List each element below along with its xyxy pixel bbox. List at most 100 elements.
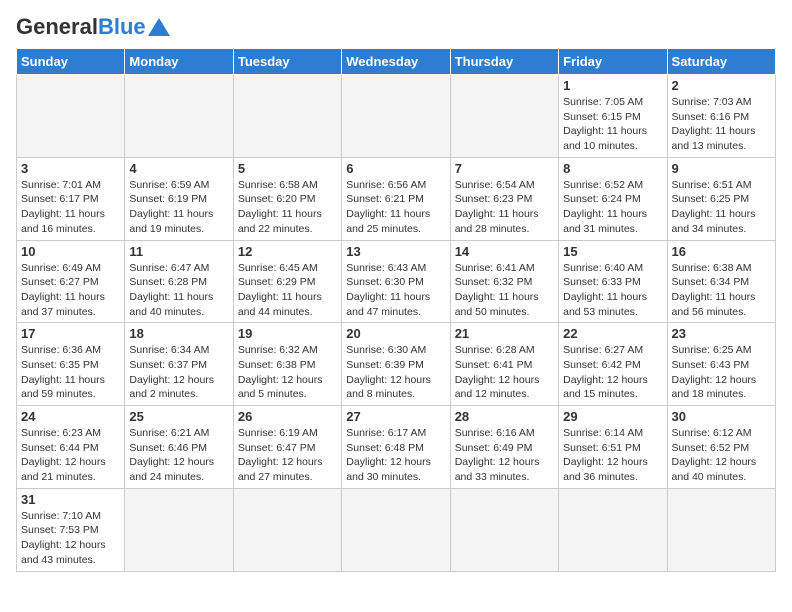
calendar-cell — [125, 75, 233, 158]
week-row-1: 3 Sunrise: 7:01 AM Sunset: 6:17 PM Daylig… — [17, 157, 776, 240]
weekday-header-wednesday: Wednesday — [342, 49, 450, 75]
day-number: 28 — [455, 409, 554, 424]
calendar-cell: 19 Sunrise: 6:32 AM Sunset: 6:38 PM Dayli… — [233, 323, 341, 406]
day-number: 21 — [455, 326, 554, 341]
day-number: 5 — [238, 161, 337, 176]
day-info: Sunrise: 6:32 AM Sunset: 6:38 PM Dayligh… — [238, 343, 337, 402]
day-info: Sunrise: 6:38 AM Sunset: 6:34 PM Dayligh… — [672, 261, 771, 320]
calendar-cell: 16 Sunrise: 6:38 AM Sunset: 6:34 PM Dayli… — [667, 240, 775, 323]
weekday-header-friday: Friday — [559, 49, 667, 75]
calendar-cell: 30Sunrise: 6:12 AM Sunset: 6:52 PM Dayli… — [667, 406, 775, 489]
day-info: Sunrise: 6:51 AM Sunset: 6:25 PM Dayligh… — [672, 178, 771, 237]
calendar-cell — [450, 75, 558, 158]
day-number: 15 — [563, 244, 662, 259]
day-number: 4 — [129, 161, 228, 176]
day-number: 10 — [21, 244, 120, 259]
day-number: 25 — [129, 409, 228, 424]
day-number: 23 — [672, 326, 771, 341]
day-number: 16 — [672, 244, 771, 259]
day-info: Sunrise: 6:19 AM Sunset: 6:47 PM Dayligh… — [238, 426, 337, 485]
day-number: 6 — [346, 161, 445, 176]
week-row-0: 1Sunrise: 7:05 AM Sunset: 6:15 PM Daylig… — [17, 75, 776, 158]
calendar-cell — [559, 488, 667, 571]
calendar-cell — [17, 75, 125, 158]
calendar-cell — [342, 488, 450, 571]
day-number: 2 — [672, 78, 771, 93]
calendar-cell: 27Sunrise: 6:17 AM Sunset: 6:48 PM Dayli… — [342, 406, 450, 489]
day-info: Sunrise: 6:54 AM Sunset: 6:23 PM Dayligh… — [455, 178, 554, 237]
day-number: 9 — [672, 161, 771, 176]
calendar-cell: 22Sunrise: 6:27 AM Sunset: 6:42 PM Dayli… — [559, 323, 667, 406]
calendar-cell: 10Sunrise: 6:49 AM Sunset: 6:27 PM Dayli… — [17, 240, 125, 323]
calendar-cell — [342, 75, 450, 158]
calendar-cell: 8Sunrise: 6:52 AM Sunset: 6:24 PM Daylig… — [559, 157, 667, 240]
logo-icon — [148, 16, 170, 38]
day-number: 18 — [129, 326, 228, 341]
calendar-cell: 2Sunrise: 7:03 AM Sunset: 6:16 PM Daylig… — [667, 75, 775, 158]
day-number: 19 — [238, 326, 337, 341]
day-info: Sunrise: 6:17 AM Sunset: 6:48 PM Dayligh… — [346, 426, 445, 485]
day-number: 12 — [238, 244, 337, 259]
calendar-cell: 1Sunrise: 7:05 AM Sunset: 6:15 PM Daylig… — [559, 75, 667, 158]
weekday-header-thursday: Thursday — [450, 49, 558, 75]
calendar-cell: 7 Sunrise: 6:54 AM Sunset: 6:23 PM Daylig… — [450, 157, 558, 240]
day-info: Sunrise: 6:45 AM Sunset: 6:29 PM Dayligh… — [238, 261, 337, 320]
day-info: Sunrise: 6:25 AM Sunset: 6:43 PM Dayligh… — [672, 343, 771, 402]
calendar-cell: 5 Sunrise: 6:58 AM Sunset: 6:20 PM Daylig… — [233, 157, 341, 240]
calendar: SundayMondayTuesdayWednesdayThursdayFrid… — [16, 48, 776, 572]
day-info: Sunrise: 6:58 AM Sunset: 6:20 PM Dayligh… — [238, 178, 337, 237]
day-info: Sunrise: 6:12 AM Sunset: 6:52 PM Dayligh… — [672, 426, 771, 485]
calendar-cell — [667, 488, 775, 571]
calendar-cell: 26Sunrise: 6:19 AM Sunset: 6:47 PM Dayli… — [233, 406, 341, 489]
day-number: 11 — [129, 244, 228, 259]
day-number: 31 — [21, 492, 120, 507]
day-info: Sunrise: 6:43 AM Sunset: 6:30 PM Dayligh… — [346, 261, 445, 320]
day-info: Sunrise: 6:14 AM Sunset: 6:51 PM Dayligh… — [563, 426, 662, 485]
calendar-cell: 21 Sunrise: 6:28 AM Sunset: 6:41 PM Dayli… — [450, 323, 558, 406]
day-number: 14 — [455, 244, 554, 259]
calendar-cell — [233, 75, 341, 158]
weekday-header-tuesday: Tuesday — [233, 49, 341, 75]
day-info: Sunrise: 6:23 AM Sunset: 6:44 PM Dayligh… — [21, 426, 120, 485]
day-number: 20 — [346, 326, 445, 341]
day-number: 22 — [563, 326, 662, 341]
calendar-cell: 9 Sunrise: 6:51 AM Sunset: 6:25 PM Daylig… — [667, 157, 775, 240]
calendar-cell: 15Sunrise: 6:40 AM Sunset: 6:33 PM Dayli… — [559, 240, 667, 323]
day-info: Sunrise: 6:28 AM Sunset: 6:41 PM Dayligh… — [455, 343, 554, 402]
logo: General Blue — [16, 16, 170, 38]
day-number: 29 — [563, 409, 662, 424]
calendar-cell: 13 Sunrise: 6:43 AM Sunset: 6:30 PM Dayli… — [342, 240, 450, 323]
day-info: Sunrise: 6:30 AM Sunset: 6:39 PM Dayligh… — [346, 343, 445, 402]
calendar-cell — [125, 488, 233, 571]
day-number: 13 — [346, 244, 445, 259]
day-info: Sunrise: 6:59 AM Sunset: 6:19 PM Dayligh… — [129, 178, 228, 237]
calendar-cell — [450, 488, 558, 571]
calendar-cell: 6Sunrise: 6:56 AM Sunset: 6:21 PM Daylig… — [342, 157, 450, 240]
logo-blue-text: Blue — [98, 16, 146, 38]
day-number: 1 — [563, 78, 662, 93]
calendar-cell: 28 Sunrise: 6:16 AM Sunset: 6:49 PM Dayli… — [450, 406, 558, 489]
day-number: 7 — [455, 161, 554, 176]
calendar-cell: 3 Sunrise: 7:01 AM Sunset: 6:17 PM Daylig… — [17, 157, 125, 240]
day-number: 8 — [563, 161, 662, 176]
calendar-cell: 31Sunrise: 7:10 AM Sunset: 7:53 PM Dayli… — [17, 488, 125, 571]
calendar-cell: 25 Sunrise: 6:21 AM Sunset: 6:46 PM Dayli… — [125, 406, 233, 489]
calendar-cell: 18Sunrise: 6:34 AM Sunset: 6:37 PM Dayli… — [125, 323, 233, 406]
day-info: Sunrise: 7:01 AM Sunset: 6:17 PM Dayligh… — [21, 178, 120, 237]
day-number: 3 — [21, 161, 120, 176]
calendar-cell: 24 Sunrise: 6:23 AM Sunset: 6:44 PM Dayli… — [17, 406, 125, 489]
day-info: Sunrise: 6:16 AM Sunset: 6:49 PM Dayligh… — [455, 426, 554, 485]
day-info: Sunrise: 6:21 AM Sunset: 6:46 PM Dayligh… — [129, 426, 228, 485]
day-number: 24 — [21, 409, 120, 424]
day-info: Sunrise: 6:36 AM Sunset: 6:35 PM Dayligh… — [21, 343, 120, 402]
weekday-header-saturday: Saturday — [667, 49, 775, 75]
calendar-cell: 23 Sunrise: 6:25 AM Sunset: 6:43 PM Dayli… — [667, 323, 775, 406]
calendar-cell: 12 Sunrise: 6:45 AM Sunset: 6:29 PM Dayli… — [233, 240, 341, 323]
weekday-header-sunday: Sunday — [17, 49, 125, 75]
calendar-cell: 11Sunrise: 6:47 AM Sunset: 6:28 PM Dayli… — [125, 240, 233, 323]
calendar-cell: 14 Sunrise: 6:41 AM Sunset: 6:32 PM Dayli… — [450, 240, 558, 323]
header: General Blue — [16, 16, 776, 38]
week-row-5: 31Sunrise: 7:10 AM Sunset: 7:53 PM Dayli… — [17, 488, 776, 571]
day-info: Sunrise: 6:41 AM Sunset: 6:32 PM Dayligh… — [455, 261, 554, 320]
week-row-2: 10Sunrise: 6:49 AM Sunset: 6:27 PM Dayli… — [17, 240, 776, 323]
